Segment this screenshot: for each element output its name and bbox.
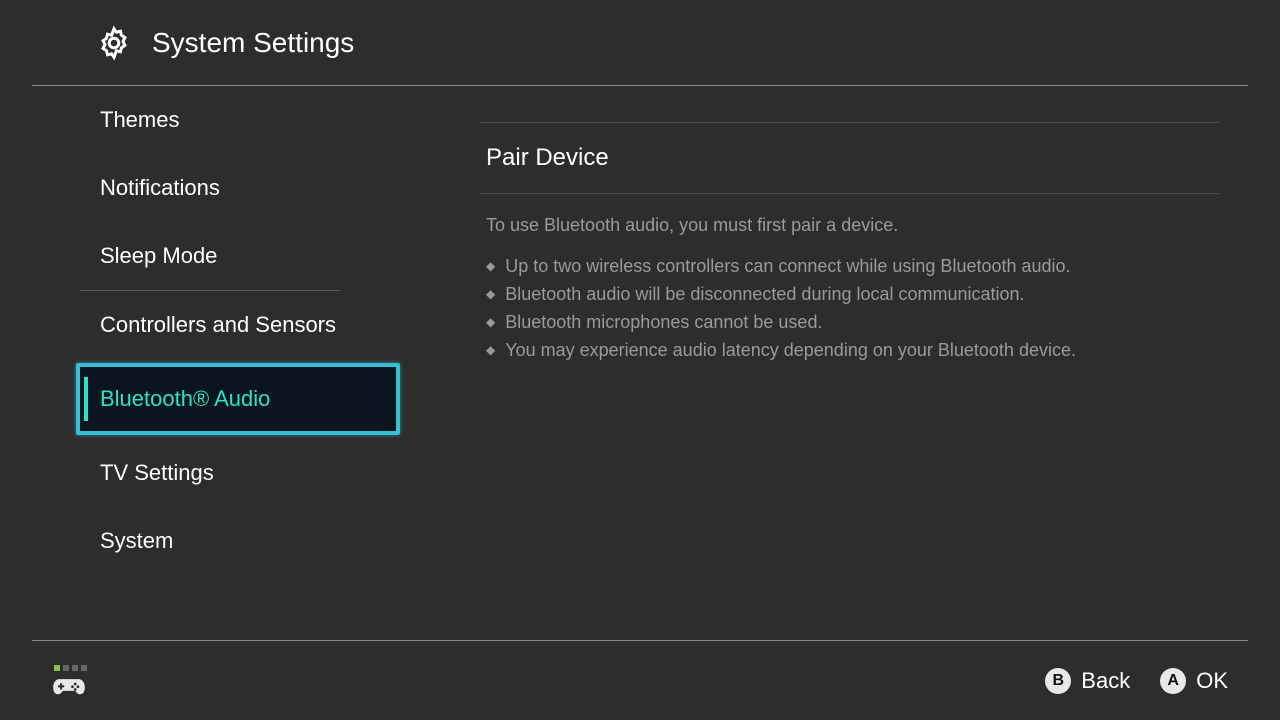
sidebar-item-label: TV Settings	[100, 460, 214, 486]
sidebar-item-label: Notifications	[100, 175, 220, 201]
player-slot-2-icon	[63, 665, 69, 671]
sidebar-item-controllers-and-sensors[interactable]: Controllers and Sensors	[0, 291, 420, 359]
player-slot-3-icon	[72, 665, 78, 671]
list-item: Bluetooth audio will be disconnected dur…	[486, 281, 1220, 309]
sidebar-item-sleep-mode[interactable]: Sleep Mode	[0, 222, 420, 290]
b-button-icon: B	[1045, 668, 1071, 694]
sidebar-item-label: Bluetooth® Audio	[100, 386, 270, 412]
sidebar-item-bluetooth-audio[interactable]: Bluetooth® Audio	[76, 363, 400, 435]
hint-label: Back	[1081, 668, 1130, 694]
sidebar-item-label: Themes	[100, 107, 179, 133]
pair-device-row[interactable]: Pair Device	[480, 122, 1220, 194]
page-title: System Settings	[152, 27, 354, 59]
player-slot-4-icon	[81, 665, 87, 671]
button-hints: B Back A OK	[1045, 668, 1228, 694]
list-item: Up to two wireless controllers can conne…	[486, 253, 1220, 281]
player-slot-indicators	[54, 665, 87, 671]
gear-icon	[96, 25, 132, 61]
sidebar-item-themes[interactable]: Themes	[0, 86, 420, 154]
hint-ok: A OK	[1160, 668, 1228, 694]
settings-sidebar: Themes Notifications Sleep Mode Controll…	[0, 86, 420, 634]
sidebar-item-label: System	[100, 528, 173, 554]
sidebar-item-tv-settings[interactable]: TV Settings	[0, 439, 420, 507]
controller-status	[52, 665, 87, 697]
hint-label: OK	[1196, 668, 1228, 694]
sidebar-item-label: Controllers and Sensors	[100, 312, 336, 338]
pair-device-label: Pair Device	[486, 144, 609, 172]
footer: B Back A OK	[32, 640, 1248, 720]
controller-icon	[52, 675, 86, 697]
bluetooth-intro-text: To use Bluetooth audio, you must first p…	[480, 212, 1220, 239]
hint-back: B Back	[1045, 668, 1130, 694]
bluetooth-notes-list: Up to two wireless controllers can conne…	[480, 253, 1220, 365]
player-slot-1-icon	[54, 665, 60, 671]
sidebar-item-label: Sleep Mode	[100, 243, 217, 269]
main-panel: Pair Device To use Bluetooth audio, you …	[420, 86, 1280, 634]
list-item: Bluetooth microphones cannot be used.	[486, 309, 1220, 337]
sidebar-item-system[interactable]: System	[0, 507, 420, 575]
a-button-icon: A	[1160, 668, 1186, 694]
list-item: You may experience audio latency dependi…	[486, 337, 1220, 365]
header: System Settings	[32, 0, 1248, 86]
sidebar-item-notifications[interactable]: Notifications	[0, 154, 420, 222]
